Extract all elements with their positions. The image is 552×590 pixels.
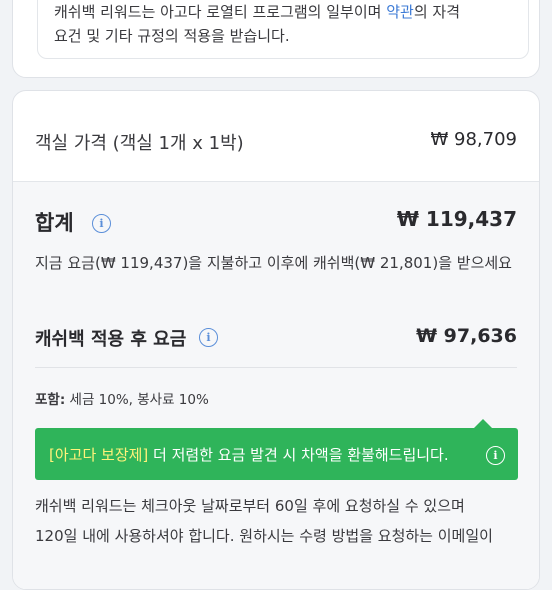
cashback-terms-box: 캐쉬백 리워드는 아고다 로열티 프로그램의 일부이며 약관의 자격 요건 및 …: [37, 0, 529, 59]
terms-text-line2: 요건 및 기타 규정의 적용을 받습니다.: [54, 27, 290, 45]
cashback-info-icon[interactable]: i: [199, 326, 218, 347]
price-guarantee-banner[interactable]: [아고다 보장제] 더 저렴한 요금 발견 시 차액을 환불해드립니다. i: [35, 419, 518, 480]
reward-note: 캐쉬백 리워드는 체크아웃 날짜로부터 60일 후에 요청하실 수 있으며 12…: [35, 491, 530, 551]
reward-note-line2: 120일 내에 사용하셔야 합니다. 원하시는 수령 방법을 요청하는 이메일이: [35, 527, 493, 545]
includes-value: 세금 10%, 봉사료 10%: [65, 392, 209, 408]
terms-text-line1: 캐쉬백 리워드는 아고다 로열티 프로그램의 일부이며 약관의 자격: [54, 1, 460, 22]
info-icon: i: [92, 214, 111, 233]
room-price-value: ₩ 98,709: [430, 129, 517, 150]
includes-label: 포함:: [35, 392, 66, 408]
total-value: ₩ 119,437: [396, 207, 517, 231]
terms-link[interactable]: 약관: [386, 3, 414, 21]
room-price-row: 객실 가격 (객실 1개 x 1박) ₩ 98,709: [13, 91, 539, 182]
cashback-terms-card: 캐쉬백 리워드는 아고다 로열티 프로그램의 일부이며 약관의 자격 요건 및 …: [12, 0, 540, 78]
cashback-price-label: 캐쉬백 적용 후 요금: [35, 329, 187, 350]
banner-text: [아고다 보장제] 더 저렴한 요금 발견 시 차액을 환불해드립니다.: [49, 444, 449, 465]
divider: [35, 367, 517, 368]
info-icon: i: [199, 328, 218, 347]
cashback-price-value: ₩ 97,636: [416, 325, 517, 347]
banner-message: 더 저렴한 요금 발견 시 차액을 환불해드립니다.: [148, 446, 449, 464]
banner-info-icon[interactable]: i: [486, 444, 505, 465]
total-label: 합계: [35, 211, 74, 235]
pay-later-note: 지금 요금(₩ 119,437)을 지불하고 이후에 캐쉬백(₩ 21,801)…: [35, 254, 512, 272]
reward-note-line1: 캐쉬백 리워드는 체크아웃 날짜로부터 60일 후에 요청하실 수 있으며: [35, 497, 465, 515]
info-icon: i: [486, 446, 505, 465]
total-info-icon[interactable]: i: [92, 212, 111, 233]
room-price-label: 객실 가격 (객실 1개 x 1박): [35, 133, 244, 154]
terms-text: 캐쉬백 리워드는 아고다 로열티 프로그램의 일부이며: [54, 3, 387, 21]
includes-taxes: 포함: 세금 10%, 봉사료 10%: [35, 388, 209, 408]
banner-pointer: [474, 419, 492, 428]
price-breakdown-card: 객실 가격 (객실 1개 x 1박) ₩ 98,709 합계 i ₩ 119,4…: [12, 90, 540, 590]
terms-text-suffix: 의 자격: [413, 3, 460, 21]
banner-tag: [아고다 보장제]: [49, 446, 149, 464]
